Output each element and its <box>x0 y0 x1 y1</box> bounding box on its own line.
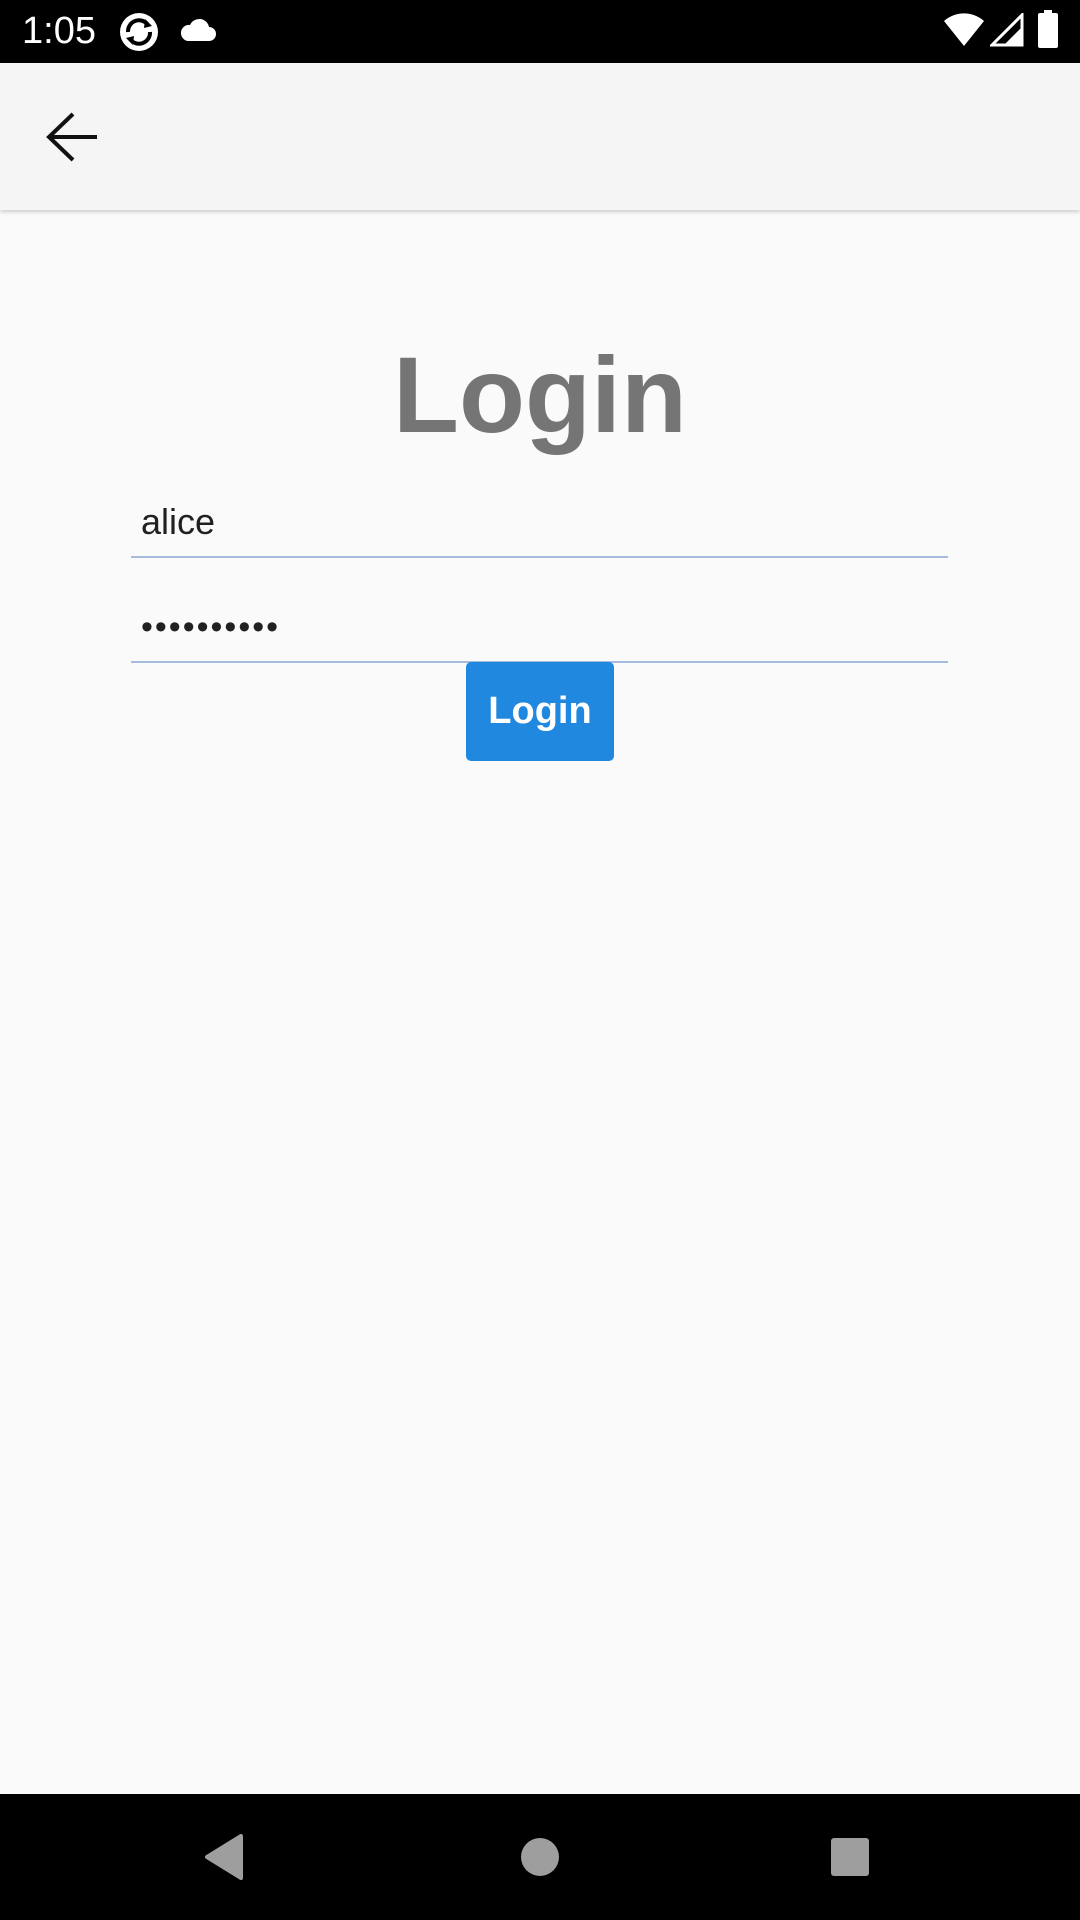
home-circle-icon <box>521 1838 559 1876</box>
wifi-icon <box>944 13 984 46</box>
nav-recents-button[interactable] <box>800 1814 900 1900</box>
back-arrow-icon <box>46 112 97 162</box>
status-bar: 1:05 <box>0 0 1080 63</box>
password-field[interactable] <box>131 593 948 663</box>
page-title: Login <box>393 334 687 455</box>
back-triangle-icon <box>205 1834 243 1880</box>
cloud-icon <box>180 18 216 41</box>
app-bar <box>0 63 1080 210</box>
nav-back-button[interactable] <box>175 1814 275 1900</box>
recents-square-icon <box>831 1838 869 1876</box>
battery-icon <box>1038 10 1058 48</box>
nav-bar <box>0 1794 1080 1920</box>
login-button[interactable]: Login <box>466 662 614 761</box>
username-field[interactable] <box>131 488 948 558</box>
nav-home-button[interactable] <box>490 1814 590 1900</box>
signal-icon <box>990 13 1024 47</box>
login-screen: Login Login <box>0 210 1080 1794</box>
status-time: 1:05 <box>22 10 96 52</box>
sync-icon <box>120 13 158 51</box>
back-button[interactable] <box>28 95 118 179</box>
